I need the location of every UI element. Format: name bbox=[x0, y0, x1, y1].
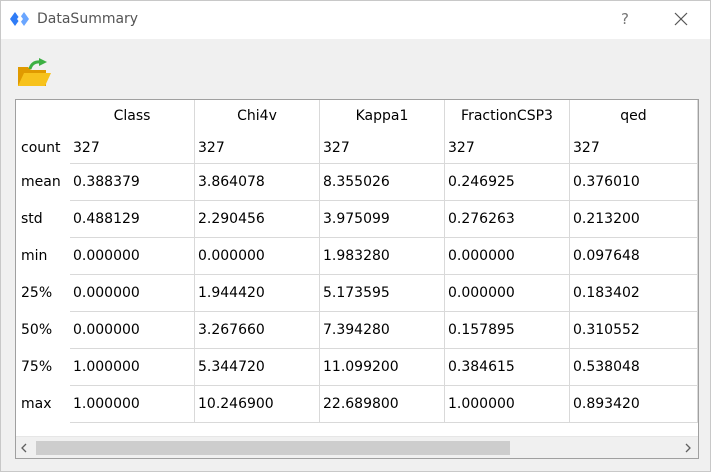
column-header-kappa1[interactable]: Kappa1 bbox=[320, 100, 445, 132]
column-header-qed[interactable]: qed bbox=[570, 100, 698, 132]
scroll-right-button[interactable] bbox=[680, 437, 696, 458]
row-header-max[interactable]: max bbox=[16, 386, 70, 423]
table-cell[interactable]: 0.000000 bbox=[70, 312, 195, 349]
table-cell[interactable]: 1.000000 bbox=[445, 386, 570, 423]
table-cell[interactable]: 327 bbox=[70, 132, 195, 164]
table-cell[interactable]: 22.689800 bbox=[320, 386, 445, 423]
title-bar[interactable]: DataSummary ? bbox=[1, 1, 710, 39]
row-header-mean[interactable]: mean bbox=[16, 164, 70, 201]
table-cell[interactable]: 1.000000 bbox=[70, 349, 195, 386]
table-cell[interactable]: 0.183402 bbox=[570, 275, 698, 312]
table-cell[interactable]: 0.000000 bbox=[445, 238, 570, 275]
table-cell[interactable]: 5.344720 bbox=[195, 349, 320, 386]
open-folder-icon bbox=[18, 58, 51, 86]
row-header-count[interactable]: count bbox=[16, 132, 70, 164]
table-cell[interactable]: 0.276263 bbox=[445, 201, 570, 238]
table-cell[interactable]: 0.000000 bbox=[70, 275, 195, 312]
close-button[interactable] bbox=[669, 7, 693, 31]
table-cell[interactable]: 0.000000 bbox=[195, 238, 320, 275]
table-cell[interactable]: 1.000000 bbox=[70, 386, 195, 423]
window-title: DataSummary bbox=[37, 11, 139, 27]
table-cell[interactable]: 1.944420 bbox=[195, 275, 320, 312]
column-header-fractioncsp3[interactable]: FractionCSP3 bbox=[445, 100, 570, 132]
table-cell[interactable]: 0.000000 bbox=[70, 238, 195, 275]
row-header-25pct[interactable]: 25% bbox=[16, 275, 70, 312]
table-cell[interactable]: 11.099200 bbox=[320, 349, 445, 386]
row-header-75pct[interactable]: 75% bbox=[16, 349, 70, 386]
table-cell[interactable]: 0.488129 bbox=[70, 201, 195, 238]
row-header-50pct[interactable]: 50% bbox=[16, 312, 70, 349]
horizontal-scrollbar[interactable] bbox=[16, 436, 698, 458]
table-cell[interactable]: 3.864078 bbox=[195, 164, 320, 201]
close-icon bbox=[674, 12, 688, 26]
table-cell[interactable]: 0.246925 bbox=[445, 164, 570, 201]
table-cell[interactable]: 0.310552 bbox=[570, 312, 698, 349]
column-header-class[interactable]: Class bbox=[70, 100, 195, 132]
table-cell[interactable]: 2.290456 bbox=[195, 201, 320, 238]
table-cell[interactable]: 0.376010 bbox=[570, 164, 698, 201]
help-button[interactable]: ? bbox=[615, 7, 635, 31]
scroll-left-button[interactable] bbox=[16, 437, 32, 458]
table-cell[interactable]: 0.384615 bbox=[445, 349, 570, 386]
table-cell[interactable]: 0.157895 bbox=[445, 312, 570, 349]
row-header-std[interactable]: std bbox=[16, 201, 70, 238]
table-cell[interactable]: 327 bbox=[320, 132, 445, 164]
table-cell[interactable]: 1.983280 bbox=[320, 238, 445, 275]
diamond-logo-icon bbox=[10, 12, 29, 26]
data-summary-window: DataSummary ? Class Chi4v Kappa1 Fractio… bbox=[0, 0, 711, 472]
summary-table[interactable]: Class Chi4v Kappa1 FractionCSP3 qed coun… bbox=[15, 99, 699, 459]
table-cell[interactable]: 0.000000 bbox=[445, 275, 570, 312]
table-cell[interactable]: 7.394280 bbox=[320, 312, 445, 349]
chevron-right-icon bbox=[685, 443, 691, 453]
column-header-chi4v[interactable]: Chi4v bbox=[195, 100, 320, 132]
table-cell[interactable]: 0.893420 bbox=[570, 386, 698, 423]
open-file-button[interactable] bbox=[16, 57, 52, 89]
table-cell[interactable]: 327 bbox=[445, 132, 570, 164]
table-cell[interactable]: 327 bbox=[195, 132, 320, 164]
table-cell[interactable]: 0.213200 bbox=[570, 201, 698, 238]
table-cell[interactable]: 0.388379 bbox=[70, 164, 195, 201]
scroll-thumb[interactable] bbox=[36, 441, 510, 455]
table-cell[interactable]: 10.246900 bbox=[195, 386, 320, 423]
table-cell[interactable]: 0.097648 bbox=[570, 238, 698, 275]
table-cell[interactable]: 0.538048 bbox=[570, 349, 698, 386]
table-cell[interactable]: 5.173595 bbox=[320, 275, 445, 312]
question-icon: ? bbox=[621, 10, 629, 28]
row-header-min[interactable]: min bbox=[16, 238, 70, 275]
table-corner bbox=[16, 100, 70, 132]
table-cell[interactable]: 3.975099 bbox=[320, 201, 445, 238]
table-cell[interactable]: 327 bbox=[570, 132, 698, 164]
table-cell[interactable]: 3.267660 bbox=[195, 312, 320, 349]
table-cell[interactable]: 8.355026 bbox=[320, 164, 445, 201]
chevron-left-icon bbox=[21, 443, 27, 453]
